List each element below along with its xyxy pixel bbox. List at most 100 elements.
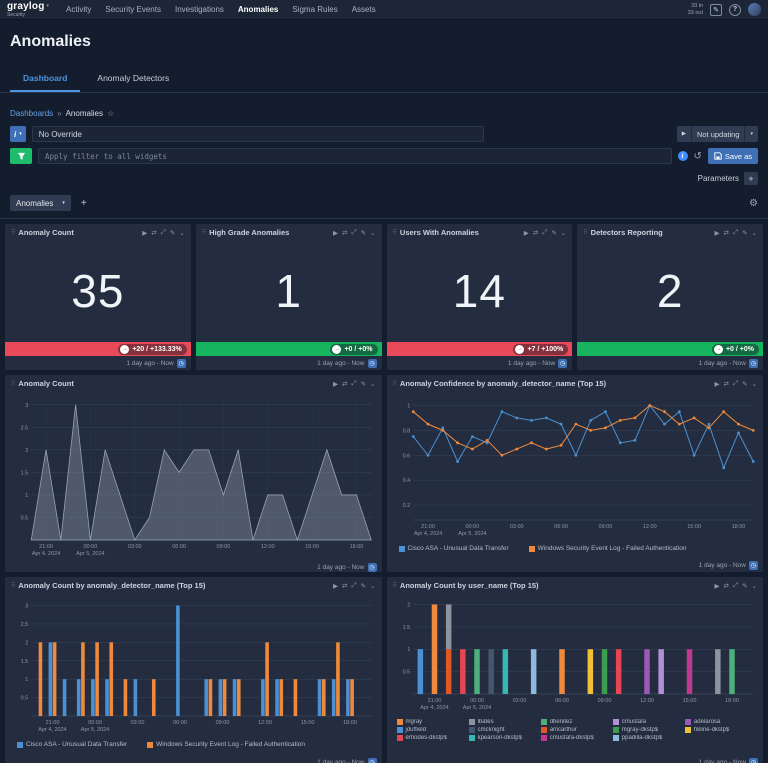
chevron-down-icon[interactable]: ⌄ [752,229,757,237]
edit-icon[interactable]: ✎ [742,582,747,590]
clock-icon[interactable]: ◷ [749,359,758,368]
fullscreen-icon[interactable]: ⤢ [351,582,356,590]
chevron-down-icon[interactable]: ⌄ [752,380,757,388]
legend-item[interactable]: lbates [469,719,537,725]
clock-icon[interactable]: ◷ [368,563,377,572]
edit-icon[interactable]: ✎ [742,229,747,237]
drag-handle-icon[interactable]: ⠿ [393,582,397,589]
clock-icon[interactable]: ◷ [558,359,567,368]
legend-item[interactable]: Cisco ASA - Unusual Data Transfer [17,741,127,748]
clock-icon[interactable]: ◷ [177,359,186,368]
swap-arrows-icon[interactable]: ⇄ [342,380,347,388]
edit-icon[interactable]: ✎ [170,229,175,237]
edit-icon[interactable]: ✎ [361,380,366,388]
legend-item[interactable]: mgray [397,719,465,725]
edit-icon[interactable]: ✎ [361,229,366,237]
legend-item[interactable]: cmustafa-dkstp$ [541,735,609,741]
nav-item-security-events[interactable]: Security Events [98,5,168,14]
clock-icon[interactable]: ◷ [749,561,758,570]
legend-item[interactable]: ppadilla-dkstp$ [613,735,681,741]
play-icon[interactable]: ▶ [333,582,338,590]
chart-canvas[interactable]: 0.511.522.5321:00Apr 4, 202400:00Apr 5, … [11,594,376,734]
play-icon[interactable]: ▶ [714,582,719,590]
play-icon[interactable]: ▶ [142,229,147,237]
play-icon[interactable]: ▶ [714,380,719,388]
play-icon[interactable]: ▶ [333,229,338,237]
swap-arrows-icon[interactable]: ⇄ [723,380,728,388]
clock-icon[interactable]: ◷ [368,758,377,763]
add-page-button[interactable]: + [78,198,90,209]
swap-arrows-icon[interactable]: ⇄ [342,582,347,590]
breadcrumb-dashboards[interactable]: Dashboards [10,109,53,118]
drag-handle-icon[interactable]: ⠿ [11,582,15,589]
fullscreen-icon[interactable]: ⤢ [351,229,356,237]
chevron-down-icon[interactable]: ⌄ [370,582,375,590]
play-icon[interactable]: ▶ [333,380,338,388]
history-icon[interactable]: ↺ [694,151,702,162]
legend-item[interactable]: erhodes-dkstp$ [397,735,465,741]
drag-handle-icon[interactable]: ⠿ [393,380,397,387]
swap-arrows-icon[interactable]: ⇄ [723,229,728,237]
chart-canvas[interactable]: 0.511.5221:00Apr 4, 202400:00Apr 5, 2024… [393,594,758,712]
help-icon[interactable]: ? [729,4,741,16]
user-avatar[interactable] [748,3,761,16]
nav-item-assets[interactable]: Assets [345,5,383,14]
swap-arrows-icon[interactable]: ⇄ [151,229,156,237]
play-icon[interactable]: ▶ [714,229,719,237]
edit-icon[interactable]: ✎ [551,229,556,237]
play-icon[interactable]: ▶ [524,229,529,237]
drag-handle-icon[interactable]: ⠿ [393,229,397,236]
widget-filter-input[interactable] [38,148,672,164]
swap-arrows-icon[interactable]: ⇄ [342,229,347,237]
clock-icon[interactable]: ◷ [749,758,758,763]
chart-canvas[interactable]: 0.511.522.5321:00Apr 4, 202400:00Apr 5, … [11,392,376,558]
legend-item[interactable]: cmustafa [613,719,681,725]
tab-dashboard[interactable]: Dashboard [10,67,80,92]
legend-item[interactable]: jduffield [397,727,465,733]
drag-handle-icon[interactable]: ⠿ [583,229,587,236]
compose-icon[interactable]: ✎ [710,4,722,16]
fullscreen-icon[interactable]: ⤢ [351,380,356,388]
legend-item[interactable]: Windows Security Event Log - Failed Auth… [147,741,305,748]
edit-icon[interactable]: ✎ [361,582,366,590]
dashboard-page-select[interactable]: Anomalies ▾ [10,195,71,211]
info-icon[interactable]: i [678,151,688,161]
drag-handle-icon[interactable]: ⠿ [11,229,15,236]
edit-icon[interactable]: ✎ [742,380,747,388]
legend-item[interactable]: hkline-dkstp$ [685,727,753,733]
swap-arrows-icon[interactable]: ⇄ [723,582,728,590]
legend-item[interactable]: mgray-dkstp$ [613,727,681,733]
nav-item-sigma-rules[interactable]: Sigma Rules [285,5,344,14]
nav-item-investigations[interactable]: Investigations [168,5,231,14]
drag-handle-icon[interactable]: ⠿ [202,229,206,236]
favorite-star-icon[interactable]: ☆ [107,109,114,118]
chevron-down-icon[interactable]: ⌄ [370,229,375,237]
swap-arrows-icon[interactable]: ⇄ [533,229,538,237]
save-as-button[interactable]: Save as [708,148,758,164]
chart-canvas[interactable]: 0.20.40.60.8121:00Apr 4, 202400:00Apr 5,… [393,392,758,538]
override-display[interactable]: No Override [32,126,484,142]
chevron-down-icon[interactable]: ⌄ [370,380,375,388]
legend-item[interactable]: amcarthur [541,727,609,733]
legend-item[interactable]: dbenitez [541,719,609,725]
fullscreen-icon[interactable]: ⤢ [733,229,738,237]
drag-handle-icon[interactable]: ⠿ [11,380,15,387]
tab-anomaly-detectors[interactable]: Anomaly Detectors [84,67,182,92]
chevron-down-icon[interactable]: ⌄ [561,229,566,237]
fullscreen-icon[interactable]: ⤢ [733,380,738,388]
nav-item-activity[interactable]: Activity [59,5,98,14]
legend-item[interactable]: cmcknight [469,727,537,733]
chevron-down-icon[interactable]: ⌄ [752,582,757,590]
legend-item[interactable]: adelarosa [685,719,753,725]
override-menu-button[interactable]: i ▾ [10,126,26,142]
not-updating-button[interactable]: ▶ Not updating ▾ [677,126,758,142]
fullscreen-icon[interactable]: ⤢ [542,229,547,237]
graylog-logo[interactable]: graylog ▾ Security [7,2,49,18]
gear-icon[interactable]: ⚙ [749,198,758,209]
add-parameter-button[interactable]: + [744,172,758,185]
legend-item[interactable]: Cisco ASA - Unusual Data Transfer [399,545,509,552]
fullscreen-icon[interactable]: ⤢ [161,229,166,237]
chevron-down-icon[interactable]: ⌄ [179,229,184,237]
filter-button[interactable] [10,148,32,164]
legend-item[interactable]: Windows Security Event Log - Failed Auth… [529,545,687,552]
